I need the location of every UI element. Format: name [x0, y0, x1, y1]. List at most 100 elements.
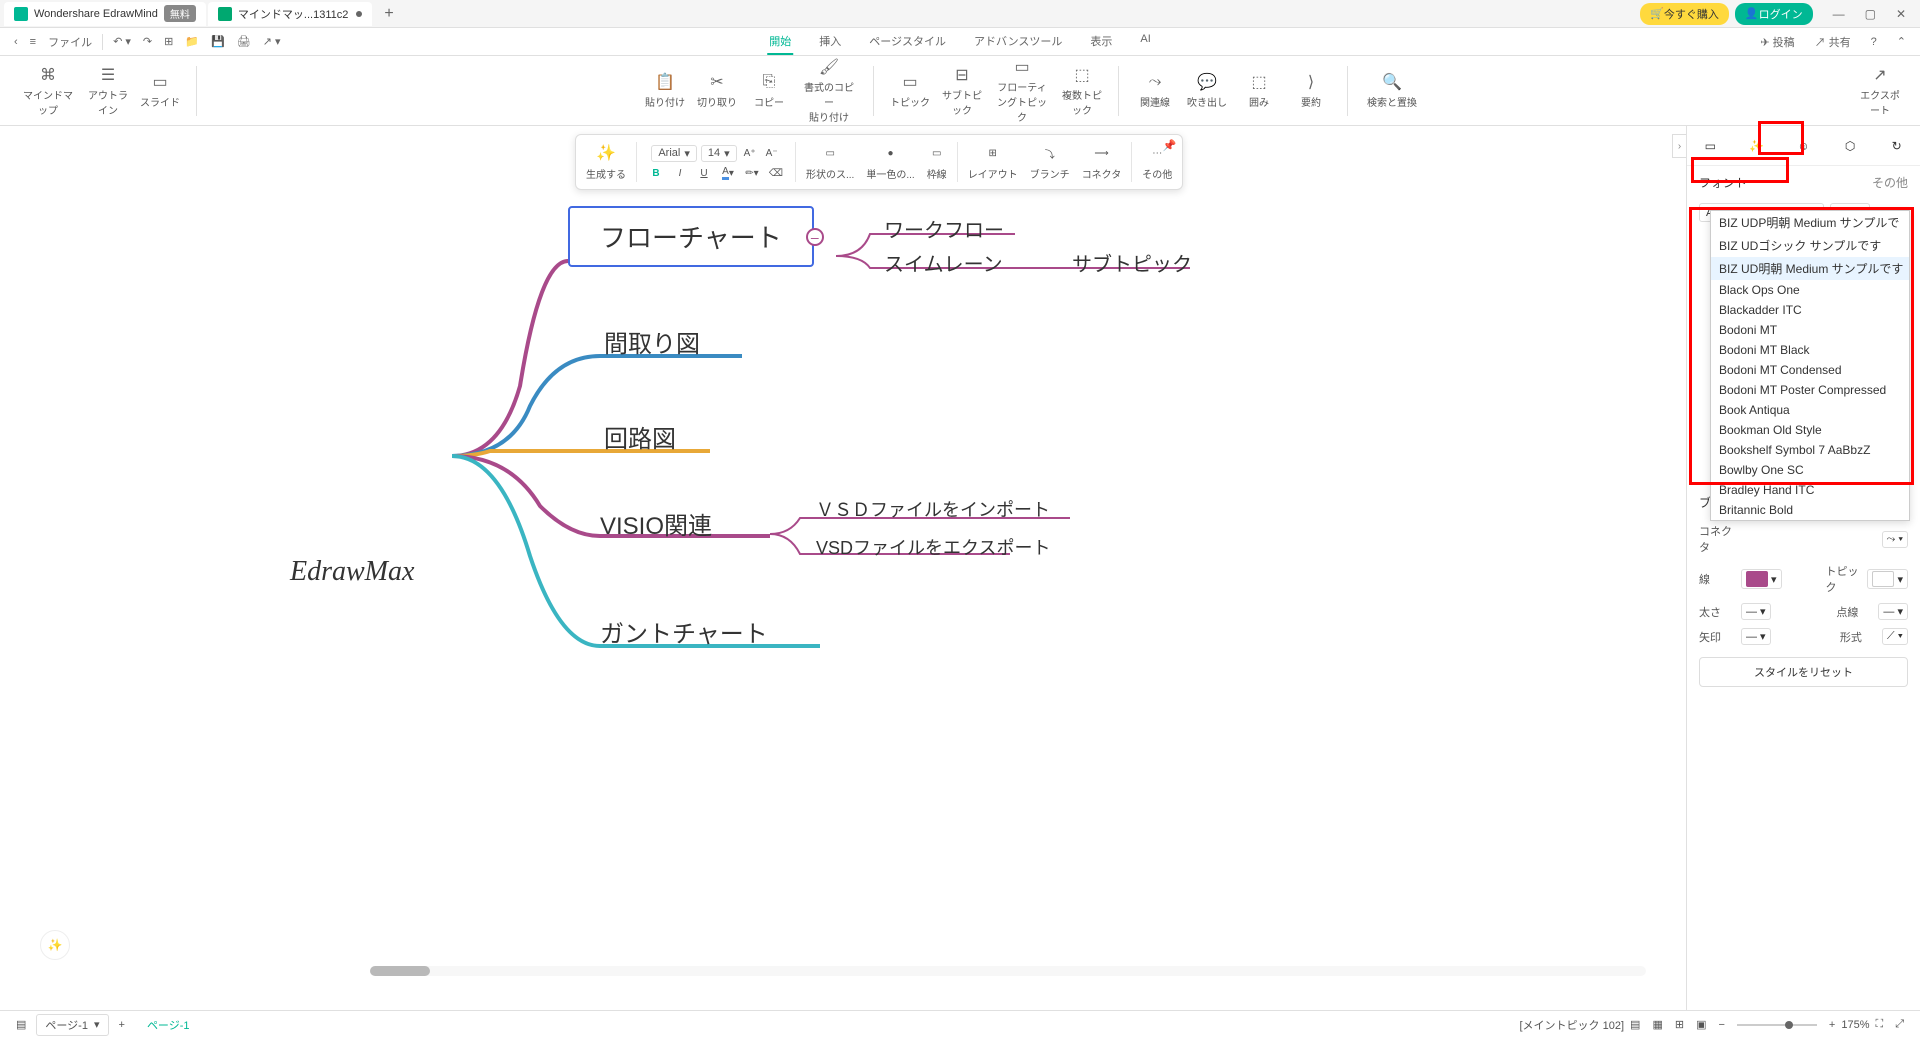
view-mode-4[interactable]: ▣: [1690, 1018, 1712, 1031]
shape-style-button[interactable]: ▭形状のス...: [800, 142, 860, 182]
document-tab[interactable]: マインドマッ...1311c2: [208, 2, 372, 26]
file-menu[interactable]: ファイル: [42, 34, 98, 50]
fill-color-button[interactable]: ●単一色の...: [860, 142, 920, 182]
minimize-button[interactable]: —: [1823, 7, 1855, 21]
tab-insert[interactable]: 挿入: [817, 29, 843, 55]
node-vsd-import[interactable]: ＶＳＤファイルをインポート: [816, 496, 1050, 522]
font-option[interactable]: Black Ops One: [1711, 280, 1909, 300]
zoom-thumb[interactable]: [1785, 1021, 1793, 1029]
tab-ai[interactable]: AI: [1138, 29, 1152, 55]
tab-view[interactable]: 表示: [1088, 29, 1114, 55]
font-option[interactable]: Bookman Old Style: [1711, 420, 1909, 440]
font-option[interactable]: Blackadder ITC: [1711, 300, 1909, 320]
size-select[interactable]: 14 ▾: [701, 145, 737, 162]
highlight-button[interactable]: ✏▾: [743, 164, 761, 182]
selected-node[interactable]: フローチャート –: [568, 206, 814, 267]
share-button[interactable]: ↗ 共有: [1809, 34, 1857, 50]
font-option[interactable]: Bodoni MT: [1711, 320, 1909, 340]
border-button[interactable]: ▭枠線: [921, 142, 953, 182]
tab-advanced[interactable]: アドバンスツール: [972, 29, 1064, 55]
h-scroll-thumb[interactable]: [370, 966, 430, 976]
font-option[interactable]: BIZ UD明朝 Medium サンプルです: [1711, 257, 1909, 280]
clear-format-button[interactable]: ⌫: [767, 164, 785, 182]
layout-button[interactable]: ⊞レイアウト: [962, 142, 1024, 182]
arrow-select[interactable]: — ▾: [1741, 628, 1771, 645]
collapse-handle-icon[interactable]: –: [806, 228, 824, 246]
new-button[interactable]: ⊞: [158, 35, 179, 48]
branch-button[interactable]: ⤵ブランチ: [1024, 142, 1076, 182]
reset-style-button[interactable]: スタイルをリセット: [1699, 657, 1908, 687]
boundary-button[interactable]: ⬚囲み: [1235, 68, 1283, 113]
font-select[interactable]: Arial ▾: [651, 145, 697, 162]
dash-select[interactable]: — ▾: [1878, 603, 1908, 620]
mindmap-view-button[interactable]: ⌘マインドマップ: [16, 61, 80, 121]
buy-button[interactable]: 🛒 今すぐ購入: [1640, 3, 1729, 25]
center-node[interactable]: EdrawMax: [290, 556, 414, 588]
close-button[interactable]: ✕: [1886, 7, 1916, 21]
copy-button[interactable]: ⎘コピー: [745, 53, 793, 128]
summary-button[interactable]: ⟩要約: [1287, 68, 1335, 113]
zoom-slider[interactable]: [1737, 1024, 1817, 1026]
help-button[interactable]: ?: [1865, 36, 1883, 48]
font-option[interactable]: BIZ UDP明朝 Medium サンプルで: [1711, 211, 1909, 234]
node-vsd-export[interactable]: VSDファイルをエクスポート: [816, 534, 1050, 560]
paste-button[interactable]: 📋貼り付け: [641, 53, 689, 128]
font-option[interactable]: Bodoni MT Poster Compressed: [1711, 380, 1909, 400]
font-option[interactable]: Bookshelf Symbol 7 AaBbzZ: [1711, 440, 1909, 460]
line-color-select[interactable]: ▾: [1741, 569, 1782, 589]
relation-button[interactable]: ⤳関連線: [1131, 68, 1179, 113]
floating-topic-button[interactable]: ▭フローティングトピック: [990, 53, 1054, 128]
panel-tab-theme[interactable]: ☺: [1788, 131, 1818, 161]
cut-button[interactable]: ✂切り取り: [693, 53, 741, 128]
redo-button[interactable]: ↷: [137, 35, 158, 48]
node-gantt[interactable]: ガントチャート: [600, 614, 768, 649]
post-button[interactable]: ✈ 投稿: [1754, 34, 1800, 50]
page-select[interactable]: ページ-1▾: [36, 1014, 108, 1036]
font-dropdown[interactable]: BIZ UDP明朝 Medium サンプルでBIZ UDゴシック サンプルですB…: [1710, 210, 1910, 521]
font-color-button[interactable]: A▾: [719, 164, 737, 182]
open-button[interactable]: 📁: [179, 35, 205, 48]
font-option[interactable]: Britannic Bold: [1711, 500, 1909, 520]
callout-button[interactable]: 💬吹き出し: [1183, 68, 1231, 113]
node-visio[interactable]: VISIO関連: [600, 506, 712, 541]
maximize-button[interactable]: ▢: [1855, 7, 1886, 21]
ai-generate-button[interactable]: ✨ 生成する: [580, 142, 632, 182]
node-floorplan[interactable]: 間取り図: [604, 324, 700, 359]
other-link[interactable]: その他: [1872, 174, 1908, 191]
app-tab[interactable]: Wondershare EdrawMind 無料: [4, 2, 206, 26]
panel-tab-page[interactable]: ▭: [1695, 131, 1725, 161]
tab-start[interactable]: 開始: [767, 29, 793, 55]
zoom-value[interactable]: 175%: [1841, 1019, 1869, 1031]
node-subtopic[interactable]: サブトピック: [1072, 248, 1192, 277]
undo-button[interactable]: ↶ ▾: [107, 35, 137, 48]
collapse-panel-button[interactable]: ›: [1672, 134, 1686, 158]
fit-button[interactable]: ⛶: [1869, 1018, 1889, 1031]
panel-tab-icon[interactable]: ⬡: [1835, 131, 1865, 161]
multi-topic-button[interactable]: ⬚複数トピック: [1058, 53, 1106, 128]
panel-tab-history[interactable]: ↻: [1882, 131, 1912, 161]
decrease-font-button[interactable]: A⁻: [763, 144, 781, 162]
zoom-out-button[interactable]: −: [1712, 1019, 1730, 1031]
connector-button[interactable]: ⟶コネクタ: [1076, 142, 1128, 182]
add-page-button[interactable]: +: [113, 1019, 131, 1031]
font-option[interactable]: Bodoni MT Black: [1711, 340, 1909, 360]
export-button[interactable]: ↗エクスポート: [1856, 61, 1904, 121]
tab-pagestyle[interactable]: ページスタイル: [867, 29, 948, 55]
save-button[interactable]: 💾: [205, 35, 231, 48]
ai-fab-button[interactable]: ✨: [40, 930, 70, 960]
connector-style-select[interactable]: ⤳ ▾: [1882, 531, 1908, 548]
page-list-button[interactable]: ▤: [10, 1018, 32, 1031]
font-option[interactable]: Bodoni MT Condensed: [1711, 360, 1909, 380]
export-quick-button[interactable]: ↗ ▾: [257, 35, 287, 48]
topic-color-select[interactable]: ▾: [1867, 569, 1908, 589]
page-label[interactable]: ページ-1: [147, 1017, 190, 1033]
panel-tab-style[interactable]: ✨: [1742, 131, 1772, 161]
view-mode-3[interactable]: ⊞: [1669, 1018, 1690, 1031]
pin-icon[interactable]: 📌: [1163, 139, 1177, 152]
slide-view-button[interactable]: ▭スライド: [136, 61, 184, 121]
increase-font-button[interactable]: A⁺: [741, 144, 759, 162]
fullscreen-button[interactable]: ⤢: [1889, 1018, 1910, 1031]
collapse-ribbon-button[interactable]: ⌃: [1891, 35, 1912, 48]
view-mode-2[interactable]: ▦: [1646, 1018, 1668, 1031]
find-replace-button[interactable]: 🔍検索と置換: [1360, 68, 1424, 113]
